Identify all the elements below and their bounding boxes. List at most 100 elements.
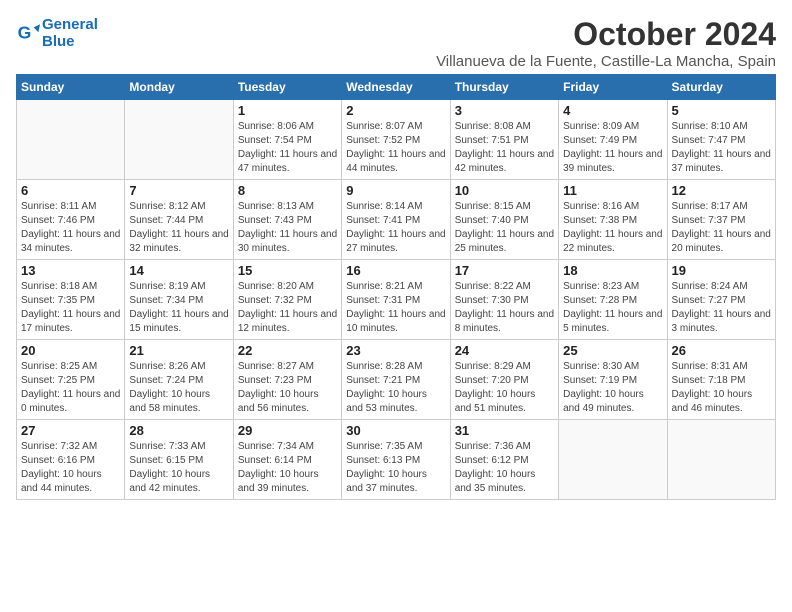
calendar-cell: 23Sunrise: 8:28 AM Sunset: 7:21 PM Dayli… xyxy=(342,340,450,420)
day-number: 22 xyxy=(238,343,337,358)
title-block: October 2024 Villanueva de la Fuente, Ca… xyxy=(436,16,776,70)
header-monday: Monday xyxy=(125,75,233,100)
calendar-cell: 31 Sunrise: 7:36 AM Sunset: 6:12 PM Dayli… xyxy=(450,420,558,500)
logo-icon: G xyxy=(16,21,40,45)
calendar-cell: 20 Sunrise: 8:25 AM Sunset: 7:25 PM Dayli… xyxy=(17,340,125,420)
logo: G General Blue xyxy=(16,16,98,50)
calendar-table: SundayMondayTuesdayWednesdayThursdayFrid… xyxy=(16,74,776,500)
day-number: 27 xyxy=(21,423,120,438)
logo-line2: Blue xyxy=(42,33,98,50)
day-info: Sunrise: 8:25 AM Sunset: 7:25 PM Dayligh… xyxy=(21,360,120,416)
day-number: 19 xyxy=(672,263,771,278)
day-number: 3 xyxy=(455,103,554,118)
header-wednesday: Wednesday xyxy=(342,75,450,100)
day-info: Sunrise: 8:31 AM Sunset: 7:18 PM Dayligh… xyxy=(672,360,771,416)
day-info: Sunrise: 7:32 AM Sunset: 6:16 PM Dayligh… xyxy=(21,440,120,496)
day-info: Sunrise: 8:21 AM Sunset: 7:31 PM Dayligh… xyxy=(346,280,445,336)
calendar-cell: 14 Sunrise: 8:19 AM Sunset: 7:34 PM Dayli… xyxy=(125,260,233,340)
day-info: Sunrise: 8:16 AM Sunset: 7:38 PM Dayligh… xyxy=(563,200,662,256)
calendar-cell: 10 Sunrise: 8:15 AM Sunset: 7:40 PM Dayli… xyxy=(450,180,558,260)
header-friday: Friday xyxy=(559,75,667,100)
calendar-cell: 11 Sunrise: 8:16 AM Sunset: 7:38 PM Dayli… xyxy=(559,180,667,260)
day-info: Sunrise: 8:08 AM Sunset: 7:51 PM Dayligh… xyxy=(455,120,554,176)
calendar-cell xyxy=(667,420,775,500)
calendar-cell: 6Sunrise: 8:11 AM Sunset: 7:46 PM Daylig… xyxy=(17,180,125,260)
calendar-cell: 7 Sunrise: 8:12 AM Sunset: 7:44 PM Daylig… xyxy=(125,180,233,260)
logo-line1: General xyxy=(42,16,98,33)
calendar-cell: 21 Sunrise: 8:26 AM Sunset: 7:24 PM Dayli… xyxy=(125,340,233,420)
calendar-cell: 24 Sunrise: 8:29 AM Sunset: 7:20 PM Dayli… xyxy=(450,340,558,420)
day-number: 6 xyxy=(21,183,120,198)
day-number: 18 xyxy=(563,263,662,278)
day-number: 8 xyxy=(238,183,337,198)
month-title: October 2024 xyxy=(436,16,776,53)
day-info: Sunrise: 8:13 AM Sunset: 7:43 PM Dayligh… xyxy=(238,200,337,256)
calendar-cell: 13Sunrise: 8:18 AM Sunset: 7:35 PM Dayli… xyxy=(17,260,125,340)
day-number: 2 xyxy=(346,103,445,118)
header-thursday: Thursday xyxy=(450,75,558,100)
calendar-cell: 28 Sunrise: 7:33 AM Sunset: 6:15 PM Dayli… xyxy=(125,420,233,500)
calendar-cell: 22 Sunrise: 8:27 AM Sunset: 7:23 PM Dayli… xyxy=(233,340,341,420)
calendar-cell xyxy=(17,100,125,180)
calendar-cell: 26Sunrise: 8:31 AM Sunset: 7:18 PM Dayli… xyxy=(667,340,775,420)
calendar-header-row: SundayMondayTuesdayWednesdayThursdayFrid… xyxy=(17,75,776,100)
calendar-cell: 30 Sunrise: 7:35 AM Sunset: 6:13 PM Dayli… xyxy=(342,420,450,500)
day-info: Sunrise: 8:23 AM Sunset: 7:28 PM Dayligh… xyxy=(563,280,662,336)
day-number: 14 xyxy=(129,263,228,278)
day-info: Sunrise: 8:18 AM Sunset: 7:35 PM Dayligh… xyxy=(21,280,120,336)
day-info: Sunrise: 7:33 AM Sunset: 6:15 PM Dayligh… xyxy=(129,440,228,496)
calendar-cell: 17Sunrise: 8:22 AM Sunset: 7:30 PM Dayli… xyxy=(450,260,558,340)
week-row-0: 1Sunrise: 8:06 AM Sunset: 7:54 PM Daylig… xyxy=(17,100,776,180)
calendar-cell xyxy=(559,420,667,500)
day-info: Sunrise: 8:19 AM Sunset: 7:34 PM Dayligh… xyxy=(129,280,228,336)
day-info: Sunrise: 8:30 AM Sunset: 7:19 PM Dayligh… xyxy=(563,360,662,416)
week-row-4: 27 Sunrise: 7:32 AM Sunset: 6:16 PM Dayli… xyxy=(17,420,776,500)
svg-text:G: G xyxy=(18,23,32,43)
day-info: Sunrise: 8:15 AM Sunset: 7:40 PM Dayligh… xyxy=(455,200,554,256)
day-info: Sunrise: 8:14 AM Sunset: 7:41 PM Dayligh… xyxy=(346,200,445,256)
day-number: 28 xyxy=(129,423,228,438)
calendar-cell: 19 Sunrise: 8:24 AM Sunset: 7:27 PM Dayli… xyxy=(667,260,775,340)
day-info: Sunrise: 8:26 AM Sunset: 7:24 PM Dayligh… xyxy=(129,360,228,416)
day-number: 4 xyxy=(563,103,662,118)
day-info: Sunrise: 8:12 AM Sunset: 7:44 PM Dayligh… xyxy=(129,200,228,256)
calendar-cell: 1Sunrise: 8:06 AM Sunset: 7:54 PM Daylig… xyxy=(233,100,341,180)
day-info: Sunrise: 8:07 AM Sunset: 7:52 PM Dayligh… xyxy=(346,120,445,176)
day-number: 10 xyxy=(455,183,554,198)
day-number: 31 xyxy=(455,423,554,438)
day-number: 16 xyxy=(346,263,445,278)
day-number: 29 xyxy=(238,423,337,438)
day-info: Sunrise: 8:28 AM Sunset: 7:21 PM Dayligh… xyxy=(346,360,445,416)
day-info: Sunrise: 8:17 AM Sunset: 7:37 PM Dayligh… xyxy=(672,200,771,256)
day-number: 11 xyxy=(563,183,662,198)
day-info: Sunrise: 8:22 AM Sunset: 7:30 PM Dayligh… xyxy=(455,280,554,336)
day-info: Sunrise: 8:24 AM Sunset: 7:27 PM Dayligh… xyxy=(672,280,771,336)
calendar-cell: 2 Sunrise: 8:07 AM Sunset: 7:52 PM Daylig… xyxy=(342,100,450,180)
day-info: Sunrise: 8:09 AM Sunset: 7:49 PM Dayligh… xyxy=(563,120,662,176)
day-number: 30 xyxy=(346,423,445,438)
calendar-cell: 18 Sunrise: 8:23 AM Sunset: 7:28 PM Dayli… xyxy=(559,260,667,340)
calendar-cell xyxy=(125,100,233,180)
calendar-cell: 16 Sunrise: 8:21 AM Sunset: 7:31 PM Dayli… xyxy=(342,260,450,340)
day-number: 25 xyxy=(563,343,662,358)
calendar-cell: 4 Sunrise: 8:09 AM Sunset: 7:49 PM Daylig… xyxy=(559,100,667,180)
calendar-cell: 8 Sunrise: 8:13 AM Sunset: 7:43 PM Daylig… xyxy=(233,180,341,260)
day-info: Sunrise: 8:20 AM Sunset: 7:32 PM Dayligh… xyxy=(238,280,337,336)
day-number: 12 xyxy=(672,183,771,198)
calendar-cell: 15Sunrise: 8:20 AM Sunset: 7:32 PM Dayli… xyxy=(233,260,341,340)
day-number: 21 xyxy=(129,343,228,358)
day-info: Sunrise: 8:29 AM Sunset: 7:20 PM Dayligh… xyxy=(455,360,554,416)
day-number: 5 xyxy=(672,103,771,118)
day-number: 7 xyxy=(129,183,228,198)
day-info: Sunrise: 8:10 AM Sunset: 7:47 PM Dayligh… xyxy=(672,120,771,176)
calendar-cell: 5 Sunrise: 8:10 AM Sunset: 7:47 PM Daylig… xyxy=(667,100,775,180)
calendar-cell: 9Sunrise: 8:14 AM Sunset: 7:41 PM Daylig… xyxy=(342,180,450,260)
day-number: 20 xyxy=(21,343,120,358)
day-number: 24 xyxy=(455,343,554,358)
day-info: Sunrise: 7:35 AM Sunset: 6:13 PM Dayligh… xyxy=(346,440,445,496)
day-info: Sunrise: 8:27 AM Sunset: 7:23 PM Dayligh… xyxy=(238,360,337,416)
day-info: Sunrise: 7:36 AM Sunset: 6:12 PM Dayligh… xyxy=(455,440,554,496)
week-row-1: 6Sunrise: 8:11 AM Sunset: 7:46 PM Daylig… xyxy=(17,180,776,260)
calendar-cell: 29Sunrise: 7:34 AM Sunset: 6:14 PM Dayli… xyxy=(233,420,341,500)
week-row-3: 20 Sunrise: 8:25 AM Sunset: 7:25 PM Dayli… xyxy=(17,340,776,420)
